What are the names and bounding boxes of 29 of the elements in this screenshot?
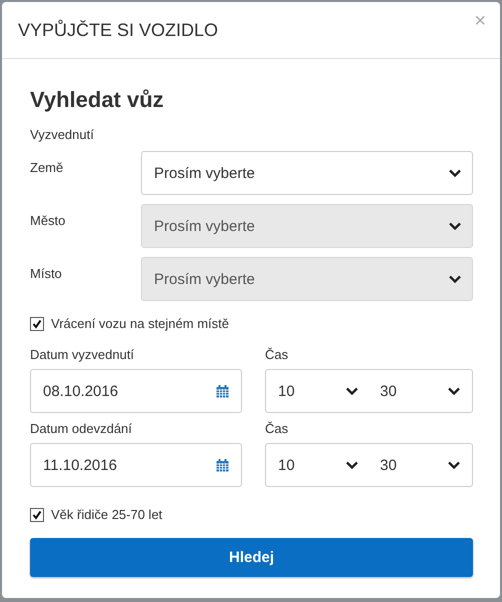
modal-title: VYPŮJČTE SI VOZIDLO [18,20,218,40]
search-button[interactable]: Hledej [30,538,473,577]
chevron-down-icon [448,387,460,395]
chevron-down-icon [449,222,461,230]
time-field[interactable]: 10 30 [265,443,473,487]
section-label: Vyzvednutí [30,127,95,142]
time-field[interactable]: 10 30 [265,369,473,413]
checkbox-label: Vrácení vozu na stejném místě [51,316,229,331]
form-heading: Vyhledat vůz [30,87,165,113]
date-field[interactable]: 11.10.2016 [30,443,242,487]
calendar-icon [216,458,229,472]
date-field[interactable]: 08.10.2016 [30,369,242,413]
field-label: Čas [265,347,290,362]
field-label: Město [30,212,66,230]
field-label: Země [30,159,64,177]
checkbox[interactable] [30,316,44,330]
field-label: Čas [265,421,290,436]
checkbox-label: Věk řidiče 25-70 let [51,507,162,522]
field-label: Datum vyzvednutí [30,347,136,362]
checkbox[interactable] [30,508,44,522]
field-label: Místo [30,265,63,283]
chevron-down-icon [448,461,460,469]
chevron-down-icon [346,461,358,469]
chevron-down-icon [449,169,461,177]
select-field[interactable]: Prosím vyberte [141,151,473,195]
chevron-down-icon [449,275,461,283]
field-label: Datum odevzdání [30,421,133,436]
calendar-icon [216,384,229,398]
chevron-down-icon [346,387,358,395]
